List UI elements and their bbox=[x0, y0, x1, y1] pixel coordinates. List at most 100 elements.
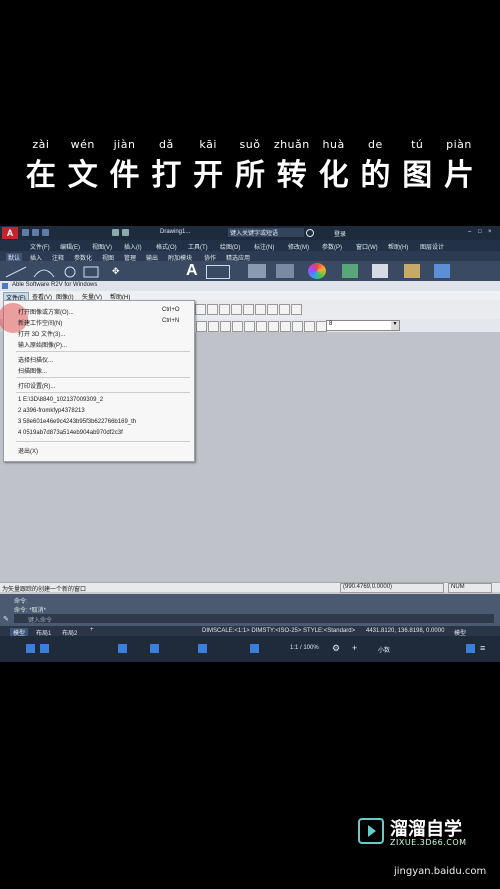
menu-item-select-scanner[interactable]: 选择扫描仪... bbox=[18, 355, 53, 364]
r2v-statusbar: 为矢量跟踪的创建一个新的窗口 (990.4769,0.0000) NUM bbox=[0, 582, 500, 593]
menu-item-open-3d[interactable]: 打开 3D 文件(3)... bbox=[18, 329, 65, 338]
watermark-subtitle: ZIXUE.3D66.COM bbox=[390, 838, 467, 847]
layers-icon[interactable] bbox=[248, 264, 266, 278]
value-combobox[interactable]: 8 ▼ bbox=[326, 320, 400, 331]
caption-char: 开 bbox=[193, 158, 224, 193]
tool-button[interactable] bbox=[304, 321, 315, 332]
fullscreen-icon[interactable] bbox=[466, 644, 475, 653]
menu-parametric[interactable]: 参数(P) bbox=[322, 242, 342, 251]
menu-format[interactable]: 格式(O) bbox=[156, 242, 177, 251]
tool-button[interactable] bbox=[280, 321, 291, 332]
tool-button[interactable] bbox=[244, 321, 255, 332]
tool-button[interactable] bbox=[267, 304, 278, 315]
tool-button[interactable] bbox=[219, 304, 230, 315]
tool-button[interactable] bbox=[243, 304, 254, 315]
tool-button[interactable] bbox=[208, 321, 219, 332]
menu-item-exit[interactable]: 退出(X) bbox=[18, 446, 38, 455]
tool-button[interactable] bbox=[256, 321, 267, 332]
draw-tools-icon[interactable] bbox=[4, 263, 104, 279]
move-icon[interactable]: ✥ bbox=[112, 266, 120, 277]
text-icon[interactable]: A bbox=[186, 262, 198, 280]
menu-item-open[interactable]: 打开图像或方案(O)... bbox=[18, 307, 74, 316]
menu-item-print-setup[interactable]: 打印设置(R)... bbox=[18, 381, 55, 390]
properties-icon[interactable] bbox=[308, 263, 326, 279]
menu-modify[interactable]: 修改(M) bbox=[288, 242, 309, 251]
command-input[interactable]: 键入命令 bbox=[14, 614, 494, 624]
tool-button[interactable] bbox=[279, 304, 290, 315]
settings-icon[interactable]: ⚙ bbox=[332, 643, 340, 654]
polar-icon[interactable] bbox=[150, 644, 159, 653]
annotation-scale[interactable]: 1:1 / 100% bbox=[290, 645, 319, 651]
menu-insert[interactable]: 插入(I) bbox=[124, 242, 142, 251]
tool-button[interactable] bbox=[291, 304, 302, 315]
save-icon[interactable] bbox=[42, 229, 49, 236]
dimension-icon[interactable] bbox=[206, 265, 230, 279]
menu-item-new-workspace[interactable]: 新建工作空间(N) bbox=[18, 318, 62, 327]
menu-separator bbox=[16, 351, 190, 352]
menu-view[interactable]: 视图(V) bbox=[92, 242, 112, 251]
menu-help[interactable]: 帮助(H) bbox=[388, 242, 408, 251]
maximize-icon[interactable]: □ bbox=[478, 229, 482, 235]
calculator-icon[interactable] bbox=[372, 264, 388, 278]
tool-button[interactable] bbox=[207, 304, 218, 315]
grid-icon[interactable] bbox=[26, 644, 35, 653]
acad-titlebar: A Drawing1... 键入关键字或短语 登录 – □ × bbox=[0, 226, 500, 240]
tool-button[interactable] bbox=[231, 304, 242, 315]
menu-file[interactable]: 文件(F) bbox=[30, 242, 50, 251]
r2v-toolbar-buttons bbox=[195, 304, 315, 315]
document-tab[interactable]: Drawing1... bbox=[160, 229, 190, 235]
menu-item-scan-image[interactable]: 扫描图像... bbox=[18, 366, 47, 375]
recent-file-3[interactable]: 3 58e601e46e9c4243b95f3b622766b169_th bbox=[18, 419, 136, 425]
menu-icon[interactable]: ≡ bbox=[480, 643, 485, 653]
file-menu-dropdown: 打开图像或方案(O)... Ctrl+O 新建工作空间(N) Ctrl+N 打开… bbox=[0, 300, 195, 462]
annotation-icon[interactable] bbox=[250, 644, 259, 653]
groups-icon[interactable] bbox=[342, 264, 358, 278]
recent-file-4[interactable]: 4 0519ab7d873a514eb904ab970df2c3f bbox=[18, 430, 123, 436]
recent-file-2[interactable]: 2 a396-fromkfyp4378213 bbox=[18, 408, 85, 414]
cursor-coordinates: 4431.8120, 136.8198, 0.0000 bbox=[366, 628, 445, 634]
search-box[interactable]: 键入关键字或短语 bbox=[228, 228, 304, 237]
tool-button[interactable] bbox=[220, 321, 231, 332]
menu-item-import-raw[interactable]: 输入原始图像(P)... bbox=[18, 340, 67, 349]
tool-button[interactable] bbox=[196, 321, 207, 332]
ortho-icon[interactable] bbox=[118, 644, 127, 653]
new-icon[interactable] bbox=[22, 229, 29, 236]
open-icon[interactable] bbox=[32, 229, 39, 236]
tool-button[interactable] bbox=[255, 304, 266, 315]
menu-edit[interactable]: 编辑(E) bbox=[60, 242, 80, 251]
recent-file-1[interactable]: 1 E:\3D\8840_102137009309_2 bbox=[18, 397, 103, 403]
undo-icon[interactable] bbox=[112, 229, 119, 236]
plus-icon[interactable]: + bbox=[352, 643, 357, 653]
view-icon[interactable] bbox=[434, 264, 450, 278]
caption-char: 化 bbox=[318, 158, 349, 193]
tool-button[interactable] bbox=[195, 304, 206, 315]
menu-dimension[interactable]: 标注(N) bbox=[254, 242, 274, 251]
osnap-icon[interactable] bbox=[198, 644, 207, 653]
tool-button[interactable] bbox=[292, 321, 303, 332]
combobox-value: 8 bbox=[329, 321, 333, 327]
acad-logo-icon[interactable]: A bbox=[2, 227, 18, 239]
search-icon[interactable] bbox=[306, 229, 314, 237]
app-screenshot: A Drawing1... 键入关键字或短语 登录 – □ × 文件(F) 编辑… bbox=[0, 226, 500, 662]
close-icon[interactable]: × bbox=[488, 229, 492, 235]
units-display[interactable]: 小数 bbox=[378, 645, 390, 654]
menu-layer-design[interactable]: 图层设计 bbox=[420, 242, 444, 251]
tool-button[interactable] bbox=[232, 321, 243, 332]
wrench-icon[interactable]: ✎ bbox=[3, 615, 9, 623]
clipboard-icon[interactable] bbox=[404, 264, 420, 278]
login-link[interactable]: 登录 bbox=[334, 229, 346, 238]
block-icon[interactable] bbox=[276, 264, 294, 278]
menu-draw[interactable]: 绘图(D) bbox=[220, 242, 240, 251]
r2v-menubar: 文件(F) 查看(V) 图像(I) 矢量(V) 帮助(H) bbox=[0, 291, 500, 303]
tool-button[interactable] bbox=[268, 321, 279, 332]
add-layout-icon[interactable]: + bbox=[90, 627, 94, 633]
redo-icon[interactable] bbox=[122, 229, 129, 236]
snap-icon[interactable] bbox=[40, 644, 49, 653]
menu-window[interactable]: 窗口(W) bbox=[356, 242, 378, 251]
menu-tools[interactable]: 工具(T) bbox=[188, 242, 208, 251]
caption-char: 图 bbox=[402, 158, 433, 193]
chevron-down-icon[interactable]: ▼ bbox=[391, 321, 399, 330]
minimize-icon[interactable]: – bbox=[468, 229, 471, 235]
caption-char: 片 bbox=[444, 158, 475, 193]
caption-char: 在 bbox=[25, 158, 56, 193]
